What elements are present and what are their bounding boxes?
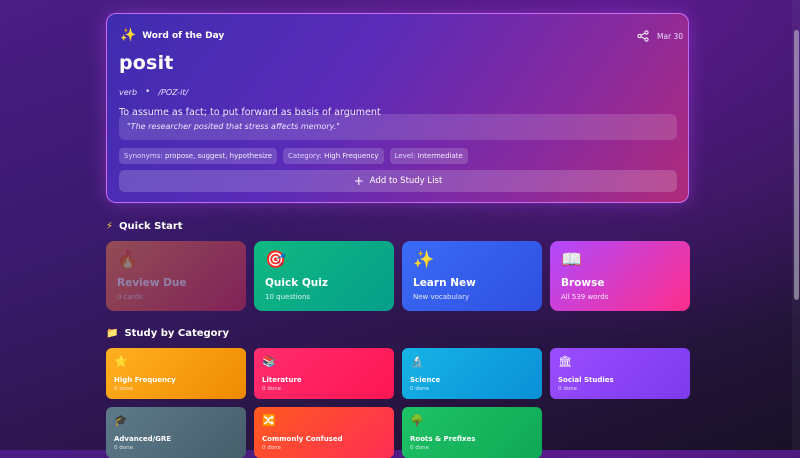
card-title: Learn New — [413, 277, 476, 289]
category-card-commonly-confused[interactable]: 🔀 Commonly Confused 0 done — [254, 407, 394, 458]
tag-key: Level: — [394, 152, 416, 160]
word-title: posit — [119, 52, 174, 74]
sparkles-icon: ✨ — [413, 250, 435, 270]
shuffle-icon: 🔀 — [262, 414, 276, 427]
tag-category: Category: High Frequency — [283, 148, 384, 164]
classical-building-icon: 🏛 — [558, 355, 572, 368]
card-title: Browse — [561, 277, 605, 289]
sparkles-icon: ✨ — [120, 28, 137, 43]
category-progress: 0 done — [114, 445, 133, 451]
add-button-label: Add to Study List — [369, 176, 443, 186]
example-sentence: "The researcher posited that stress affe… — [119, 114, 677, 140]
category-card-high-frequency[interactable]: ⭐ High Frequency 0 done — [106, 348, 246, 399]
word-tags: Synonyms: propose, suggest, hypothesize … — [119, 148, 468, 164]
add-to-study-list-button[interactable]: + Add to Study List — [119, 170, 677, 192]
learn-new-card[interactable]: ✨ Learn New New vocabulary — [402, 241, 542, 311]
category-card-science[interactable]: 🔬 Science 0 done — [402, 348, 542, 399]
tag-key: Category: — [288, 152, 322, 160]
category-section-title: Study by Category — [124, 328, 229, 339]
part-of-speech: verb — [119, 87, 138, 97]
category-progress: 0 done — [262, 445, 281, 451]
study-by-category-heading: 📁 Study by Category — [106, 328, 229, 339]
category-progress: 0 done — [114, 386, 133, 392]
separator-dot: • — [145, 87, 151, 97]
word-meta: verb • /POZ-it/ — [119, 87, 188, 97]
page-scrollbar[interactable] — [792, 0, 800, 450]
card-title: Quick Quiz — [265, 277, 328, 289]
pronunciation: /POZ-it/ — [158, 87, 189, 97]
category-title: Literature — [262, 376, 302, 384]
word-of-the-day-header: ✨ Word of the Day — [120, 29, 224, 42]
category-title: Social Studies — [558, 376, 614, 384]
quick-quiz-card[interactable]: 🎯 Quick Quiz 10 questions — [254, 241, 394, 311]
category-card-advanced-gre[interactable]: 🎓 Advanced/GRE 0 done — [106, 407, 246, 458]
lightning-icon: ⚡ — [106, 221, 114, 232]
book-icon: 📖 — [561, 250, 583, 270]
category-title: Science — [410, 376, 441, 384]
card-subtitle: 0 cards — [117, 293, 143, 301]
tag-value: Intermediate — [417, 152, 463, 160]
word-of-the-day-label: Word of the Day — [142, 30, 225, 41]
plus-icon: + — [353, 174, 364, 188]
word-of-the-day-card: ✨ Word of the Day Mar 30 posit verb • /P… — [106, 13, 689, 203]
browse-card[interactable]: 📖 Browse All 539 words — [550, 241, 690, 311]
review-due-card[interactable]: 🔥 Review Due 0 cards — [106, 241, 246, 311]
quick-start-heading: ⚡ Quick Start — [106, 221, 183, 232]
category-progress: 0 done — [410, 445, 429, 451]
card-subtitle: New vocabulary — [413, 293, 470, 301]
books-icon: 📚 — [262, 355, 276, 368]
tag-value: High Frequency — [324, 152, 379, 160]
category-card-literature[interactable]: 📚 Literature 0 done — [254, 348, 394, 399]
category-title: Commonly Confused — [262, 435, 343, 443]
category-title: Advanced/GRE — [114, 435, 172, 443]
folder-icon: 📁 — [106, 328, 119, 339]
word-date: Mar 30 — [657, 32, 684, 41]
tag-value: propose, suggest, hypothesize — [164, 152, 273, 160]
tag-level: Level: Intermediate — [389, 148, 468, 164]
quick-start-title: Quick Start — [119, 221, 183, 232]
category-title: Roots & Prefixes — [410, 435, 476, 443]
fire-icon: 🔥 — [117, 250, 139, 270]
tag-synonyms: Synonyms: propose, suggest, hypothesize — [119, 148, 278, 164]
card-title: Review Due — [117, 277, 187, 289]
category-progress: 0 done — [558, 386, 577, 392]
share-icon[interactable] — [637, 30, 649, 42]
category-card-social-studies[interactable]: 🏛 Social Studies 0 done — [550, 348, 690, 399]
graduation-cap-icon: 🎓 — [114, 414, 128, 427]
scrollbar-thumb[interactable] — [794, 30, 799, 300]
category-card-roots-prefixes[interactable]: 🌳 Roots & Prefixes 0 done — [402, 407, 542, 458]
card-subtitle: All 539 words — [561, 293, 609, 301]
tag-key: Synonyms: — [124, 152, 163, 160]
category-progress: 0 done — [410, 386, 429, 392]
tree-icon: 🌳 — [410, 414, 424, 427]
card-subtitle: 10 questions — [265, 293, 311, 301]
star-icon: ⭐ — [114, 355, 128, 368]
category-title: High Frequency — [114, 376, 176, 384]
target-icon: 🎯 — [265, 250, 287, 270]
category-progress: 0 done — [262, 386, 281, 392]
microscope-icon: 🔬 — [410, 355, 424, 368]
